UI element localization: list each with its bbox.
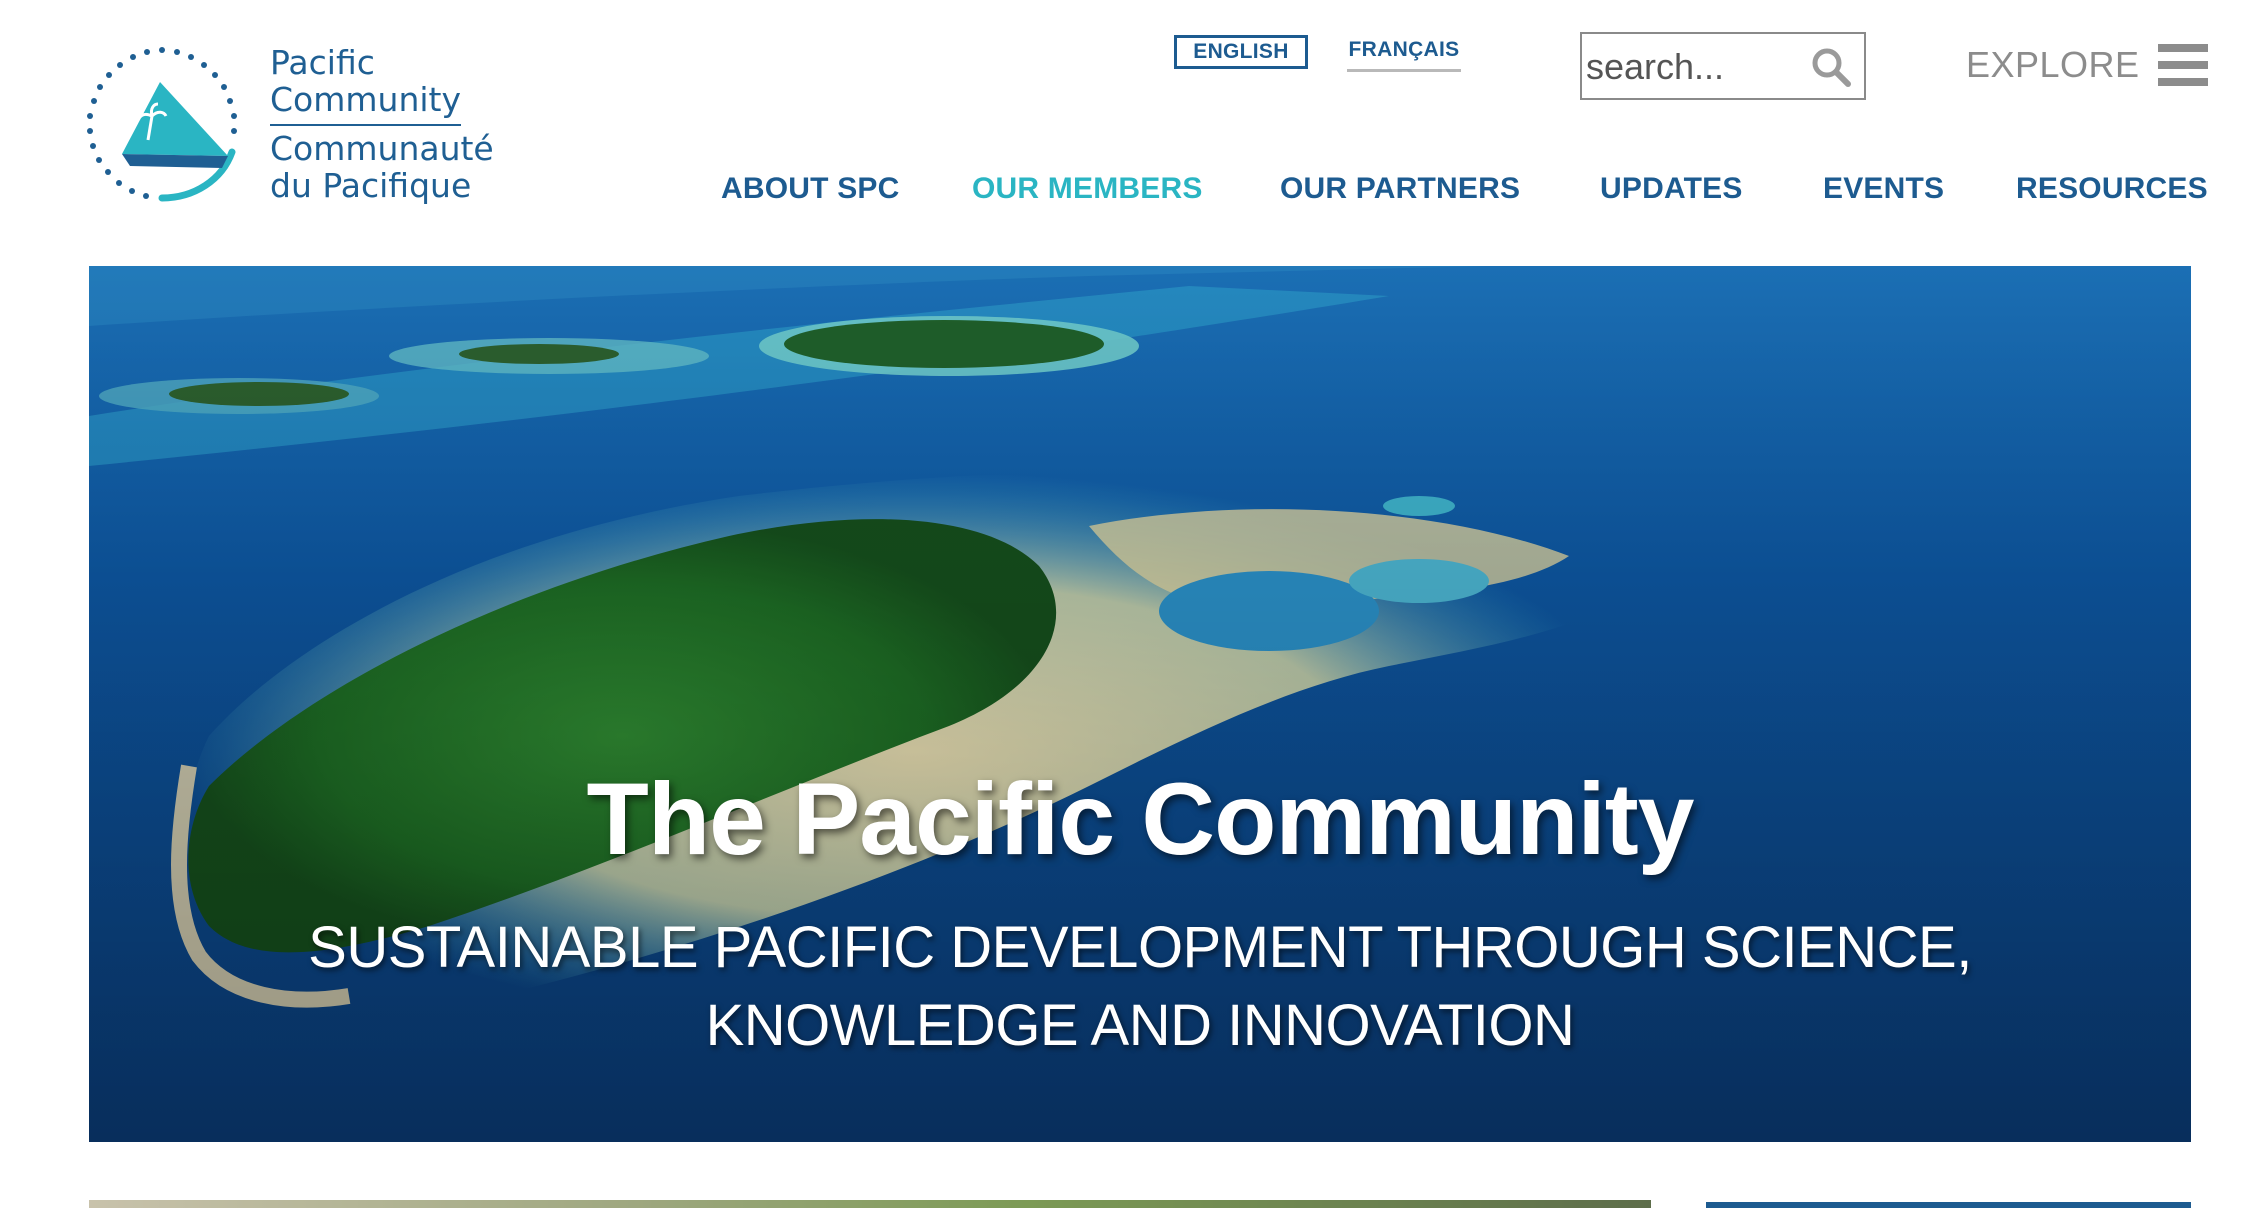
language-french-button[interactable]: FRANÇAIS xyxy=(1347,38,1461,72)
logo-name-english: Pacific Community xyxy=(270,44,461,126)
logo-en-line1: Pacific xyxy=(270,43,375,82)
logo-en-line2: Community xyxy=(270,80,461,119)
nav-item-about-spc[interactable]: ABOUT SPC xyxy=(721,172,899,206)
search-input[interactable] xyxy=(1586,42,1796,92)
side-panel-strip xyxy=(1706,1202,2191,1208)
language-english-button[interactable]: ENGLISH xyxy=(1174,35,1308,69)
logo-wordmark: Pacific Community Communauté du Pacifiqu… xyxy=(270,44,494,204)
hero-subtitle-line1: SUSTAINABLE PACIFIC DEVELOPMENT THROUGH … xyxy=(308,915,1972,980)
nav-item-updates[interactable]: UPDATES xyxy=(1600,172,1743,206)
explore-label: EXPLORE xyxy=(1966,44,2140,85)
logo-name-french: Communauté du Pacifique xyxy=(270,130,494,204)
search-icon[interactable] xyxy=(1810,46,1852,88)
nav-item-events[interactable]: EVENTS xyxy=(1823,172,1944,206)
hero-subtitle: SUSTAINABLE PACIFIC DEVELOPMENT THROUGH … xyxy=(289,909,1991,1065)
explore-menu-button[interactable]: EXPLORE xyxy=(1966,40,2208,90)
logo-fr-line1: Communauté xyxy=(270,129,494,168)
hero-subtitle-line2: KNOWLEDGE AND INNOVATION xyxy=(705,993,1575,1058)
nav-item-resources[interactable]: RESOURCES xyxy=(2016,172,2208,206)
logo-fr-line2: du Pacifique xyxy=(270,166,472,205)
hamburger-icon xyxy=(2157,44,2208,86)
nav-item-our-partners[interactable]: OUR PARTNERS xyxy=(1280,172,1520,206)
hero-title: The Pacific Community xyxy=(586,762,1695,876)
search-box xyxy=(1580,32,1866,100)
nav-item-our-members[interactable]: OUR MEMBERS xyxy=(972,172,1203,206)
site-logo[interactable]: Pacific Community Communauté du Pacifiqu… xyxy=(82,44,502,214)
sailboat-star-ring-icon xyxy=(87,47,237,202)
featured-image-strip xyxy=(89,1200,1651,1208)
hero-banner: The Pacific Community SUSTAINABLE PACIFI… xyxy=(89,266,2191,1142)
